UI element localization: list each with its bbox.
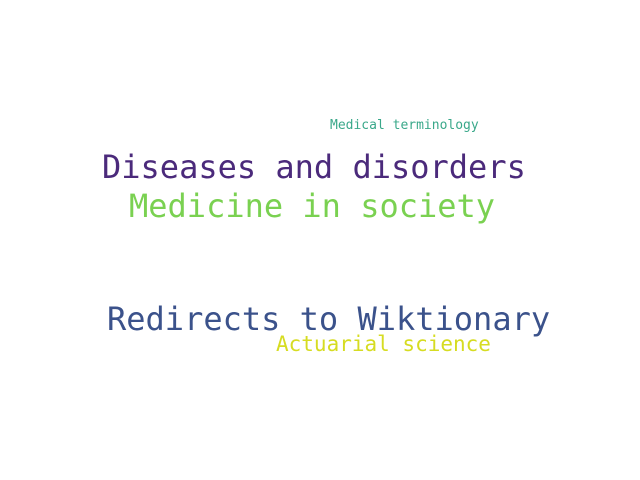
- word-redirects-to-wiktionary: Redirects to Wiktionary: [107, 300, 551, 338]
- word-medical-terminology: Medical terminology: [330, 118, 479, 133]
- word-actuarial-science: Actuarial science: [276, 332, 491, 356]
- word-diseases-and-disorders: Diseases and disorders: [102, 148, 526, 186]
- word-medicine-in-society: Medicine in society: [129, 187, 496, 225]
